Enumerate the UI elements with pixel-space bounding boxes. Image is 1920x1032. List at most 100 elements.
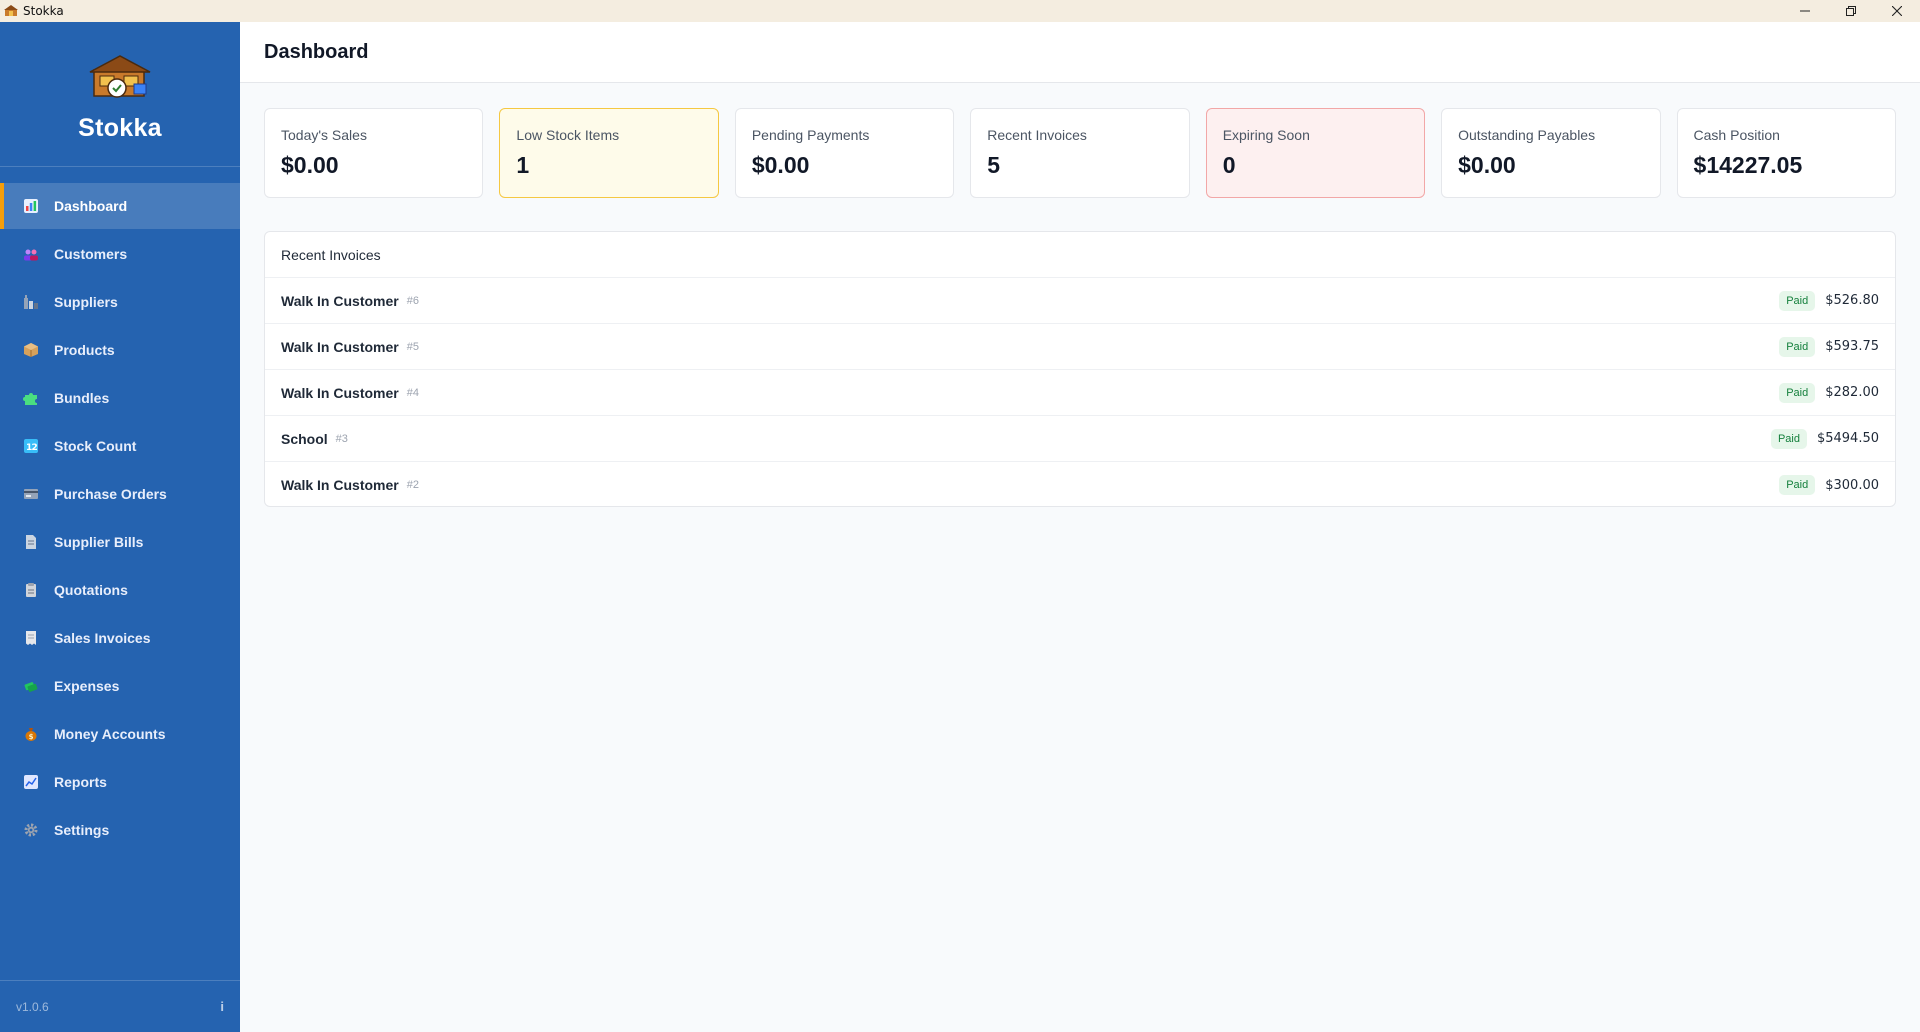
sidebar-item-money-accounts[interactable]: $ Money Accounts: [0, 711, 240, 757]
sidebar-item-reports[interactable]: Reports: [0, 759, 240, 805]
money-accounts-icon: $: [22, 725, 40, 743]
sidebar-item-quotations[interactable]: Quotations: [0, 567, 240, 613]
sidebar-item-label: Sales Invoices: [54, 630, 151, 646]
brand: Stokka: [0, 22, 240, 167]
stat-card-outstanding-payables[interactable]: Outstanding Payables $0.00: [1441, 108, 1661, 198]
sidebar-item-products[interactable]: Products: [0, 327, 240, 373]
invoice-number: #4: [406, 386, 419, 399]
sidebar-item-label: Settings: [54, 822, 110, 838]
stat-card-pending-payments[interactable]: Pending Payments $0.00: [734, 108, 955, 198]
stat-card-value: 5: [987, 152, 1001, 178]
sidebar-item-label: Money Accounts: [54, 726, 166, 742]
invoice-number: #6: [406, 294, 419, 307]
suppliers-icon: [22, 293, 40, 311]
status-badge: Paid: [1779, 336, 1816, 357]
title-bar: Stokka: [0, 0, 1920, 22]
products-icon: [22, 341, 40, 359]
sidebar-item-label: Products: [54, 342, 115, 358]
invoice-customer: School: [281, 430, 328, 447]
sidebar-item-label: Purchase Orders: [54, 486, 167, 502]
dashboard-icon: [22, 197, 40, 215]
panel-title: Recent Invoices: [265, 232, 1895, 278]
sidebar-item-suppliers[interactable]: Suppliers: [0, 279, 240, 325]
stat-card-todays-sales[interactable]: Today's Sales $0.00: [264, 108, 484, 198]
sidebar-item-sales-invoices[interactable]: Sales Invoices: [0, 615, 240, 661]
info-button[interactable]: i: [220, 999, 224, 1014]
restore-button[interactable]: [1828, 0, 1874, 22]
sidebar-item-supplier-bills[interactable]: Supplier Bills: [0, 519, 240, 565]
stat-cards: Today's Sales $0.00 Low Stock Items 1 Pe…: [264, 108, 1896, 198]
sidebar-item-stock-count[interactable]: 12 Stock Count: [0, 423, 240, 469]
close-button[interactable]: [1874, 0, 1920, 22]
invoice-number: #2: [406, 479, 419, 491]
invoice-number: #3: [335, 432, 348, 445]
purchase-orders-icon: [22, 485, 40, 503]
customers-icon: [22, 245, 40, 263]
sidebar: Stokka Dashboard Customers Suppliers Pro…: [0, 22, 240, 1032]
stat-card-low-stock[interactable]: Low Stock Items 1: [499, 108, 719, 198]
stat-card-label: Low Stock Items: [516, 127, 620, 143]
invoice-customer: Walk In Customer: [281, 384, 399, 401]
stat-card-label: Recent Invoices: [987, 127, 1087, 143]
sidebar-item-settings[interactable]: Settings: [0, 807, 240, 853]
brand-name: Stokka: [78, 114, 162, 142]
recent-invoices-panel: Recent Invoices Walk In Customer #6 Paid…: [264, 231, 1896, 507]
invoice-customer: Walk In Customer: [281, 338, 399, 355]
invoice-amount: $593.75: [1825, 339, 1879, 354]
sidebar-item-label: Dashboard: [54, 198, 128, 214]
stat-card-label: Today's Sales: [281, 127, 367, 143]
minimize-button[interactable]: [1782, 0, 1828, 22]
sidebar-item-label: Supplier Bills: [54, 534, 144, 550]
bundles-icon: [22, 389, 40, 407]
sidebar-nav: Dashboard Customers Suppliers Products B…: [0, 183, 240, 853]
stokka-logo-icon: [89, 55, 151, 98]
sidebar-item-label: Suppliers: [54, 294, 118, 310]
invoice-row[interactable]: School #3 Paid $5494.50: [265, 416, 1895, 462]
invoice-amount: $5494.50: [1816, 431, 1879, 446]
invoice-row[interactable]: Walk In Customer #6 Paid $526.80: [265, 278, 1895, 324]
reports-icon: [22, 773, 40, 791]
stat-card-value: 1: [516, 152, 530, 178]
window-title: Stokka: [23, 4, 64, 18]
sidebar-item-label: Stock Count: [54, 438, 137, 454]
supplier-bills-icon: [22, 533, 40, 551]
version-label: v1.0.6: [16, 999, 49, 1014]
invoice-row[interactable]: Walk In Customer #4 Paid $282.00: [265, 370, 1895, 416]
stock-count-icon: 12: [22, 437, 40, 455]
stat-card-value: $14227.05: [1693, 152, 1803, 178]
invoice-row[interactable]: Walk In Customer #2 Paid $300.00: [265, 462, 1895, 508]
stat-card-recent-invoices[interactable]: Recent Invoices 5: [970, 108, 1190, 198]
sidebar-item-label: Reports: [54, 774, 107, 790]
stat-card-value: $0.00: [281, 152, 339, 178]
sidebar-footer: v1.0.6 i: [0, 980, 240, 1032]
stat-card-label: Outstanding Payables: [1458, 127, 1596, 143]
invoice-amount: $526.80: [1825, 293, 1879, 308]
stat-card-value: $0.00: [751, 152, 810, 178]
invoice-number: #5: [406, 340, 419, 353]
quotations-icon: [22, 581, 40, 599]
status-badge: Paid: [1779, 290, 1816, 311]
page-title: Dashboard: [264, 40, 369, 63]
sidebar-item-customers[interactable]: Customers: [0, 231, 240, 277]
sidebar-item-label: Expenses: [54, 678, 120, 694]
status-badge: Paid: [1779, 475, 1816, 495]
invoice-customer: Walk In Customer: [281, 292, 399, 309]
page-header: Dashboard: [240, 22, 1920, 83]
stat-card-expiring-soon[interactable]: Expiring Soon 0: [1205, 108, 1426, 198]
invoice-row[interactable]: Walk In Customer #5 Paid $593.75: [265, 324, 1895, 370]
settings-icon: [22, 821, 40, 839]
sidebar-item-purchase-orders[interactable]: Purchase Orders: [0, 471, 240, 517]
status-badge: Paid: [1779, 382, 1816, 403]
app-icon: [3, 3, 19, 19]
sidebar-item-dashboard[interactable]: Dashboard: [0, 183, 240, 229]
invoice-amount: $282.00: [1825, 385, 1879, 400]
invoice-amount: $300.00: [1825, 477, 1879, 493]
sales-invoices-icon: [22, 629, 40, 647]
stat-card-cash-position[interactable]: Cash Position $14227.05: [1676, 108, 1896, 198]
sidebar-item-bundles[interactable]: Bundles: [0, 375, 240, 421]
svg-text:$: $: [29, 733, 34, 741]
main-content: Dashboard Today's Sales $0.00 Low Stock …: [240, 22, 1920, 1032]
stat-card-label: Expiring Soon: [1222, 127, 1310, 143]
stat-card-value: 0: [1222, 152, 1236, 178]
sidebar-item-expenses[interactable]: Expenses: [0, 663, 240, 709]
